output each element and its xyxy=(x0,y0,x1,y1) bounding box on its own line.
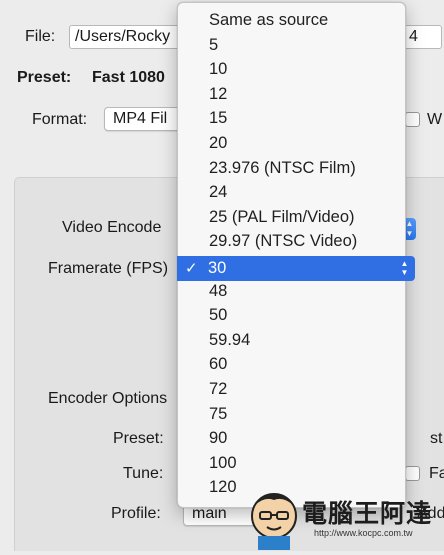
framerate-menu-item[interactable]: 90 xyxy=(178,426,405,451)
watermark-title: 電腦王阿達 xyxy=(302,499,433,528)
framerate-menu-item[interactable]: 23.976 (NTSC Film) xyxy=(178,156,405,181)
framerate-menu-item[interactable]: Same as source xyxy=(178,8,405,33)
tune-label: Tune: xyxy=(123,465,164,482)
watermark-url: http://www.kocpc.com.tw xyxy=(314,528,413,538)
framerate-menu-item[interactable]: 10 xyxy=(178,57,405,82)
file-path-suffix[interactable]: 4 xyxy=(406,25,442,49)
web-optimized-checkbox[interactable] xyxy=(405,112,420,127)
kocpc-watermark: 電腦王阿達 http://www.kocpc.com.tw xyxy=(244,478,444,550)
framerate-label: Framerate (FPS) xyxy=(48,260,169,277)
framerate-menu-item[interactable]: 59.94 xyxy=(178,328,405,353)
encoder-preset-right: st xyxy=(430,430,443,447)
web-optimized-label: W xyxy=(427,111,443,128)
encoder-options-label: Encoder Options xyxy=(48,390,168,407)
file-label: File: xyxy=(25,28,56,45)
framerate-menu-item[interactable]: 48 xyxy=(178,279,405,304)
profile-label: Profile: xyxy=(111,505,161,522)
framerate-menu-item[interactable]: 72 xyxy=(178,377,405,402)
framerate-menu-item[interactable]: 15 xyxy=(178,106,405,131)
video-encoder-label: Video Encode xyxy=(62,219,162,236)
format-label: Format: xyxy=(32,111,88,128)
framerate-menu-item[interactable]: 12 xyxy=(178,82,405,107)
framerate-selected-label: 30 xyxy=(208,259,227,277)
framerate-menu-item-selected[interactable]: ✓ 30 ▲ ▼ xyxy=(177,256,415,281)
framerate-menu-item[interactable]: 60 xyxy=(178,352,405,377)
encoder-preset-label: Preset: xyxy=(113,430,164,447)
framerate-menu-item[interactable]: 20 xyxy=(178,131,405,156)
framerate-menu-item[interactable]: 29.97 (NTSC Video) xyxy=(178,229,405,254)
chevron-updown-icon: ▲ ▼ xyxy=(400,259,409,277)
preset-label: Preset: xyxy=(17,69,72,86)
framerate-menu-item[interactable]: 25 (PAL Film/Video) xyxy=(178,205,405,230)
framerate-dropdown-menu: Same as source 5 10 12 15 20 23.976 (NTSC Film… xyxy=(177,2,406,508)
preset-value: Fast 1080 xyxy=(92,69,165,86)
framerate-menu-item[interactable]: 50 xyxy=(178,303,405,328)
checkmark-icon: ✓ xyxy=(185,260,198,277)
framerate-menu-item[interactable]: 5 xyxy=(178,33,405,58)
framerate-menu-item[interactable]: 24 xyxy=(178,180,405,205)
framerate-menu-item[interactable]: 100 xyxy=(178,451,405,476)
framerate-menu-item[interactable]: 75 xyxy=(178,402,405,427)
